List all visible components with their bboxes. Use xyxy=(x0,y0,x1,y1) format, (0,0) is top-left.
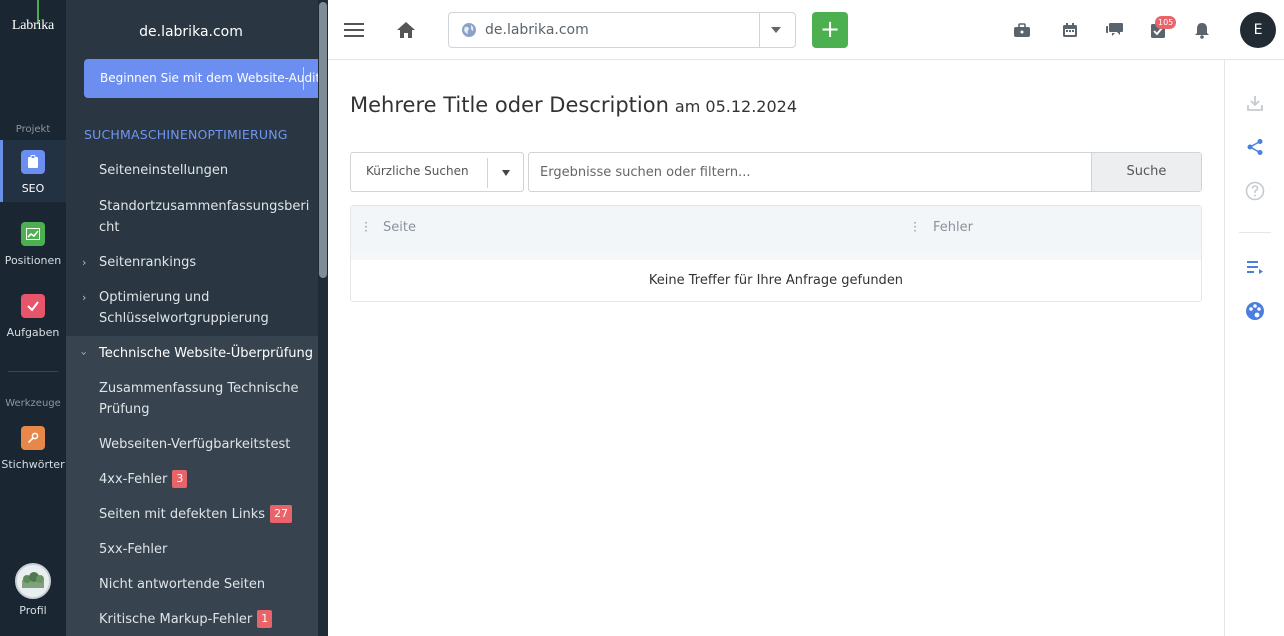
selector-divider xyxy=(759,13,760,47)
sidebar-item-label: 5xx-Fehler xyxy=(99,542,168,557)
rail-item-label: Aufgaben xyxy=(6,326,60,339)
project-selector[interactable]: de.labrika.com xyxy=(448,12,796,48)
search-bar: Suche xyxy=(528,152,1202,192)
start-audit-button[interactable]: Beginnen Sie mit dem Website-Audit xyxy=(84,59,324,98)
share-icon[interactable] xyxy=(1244,136,1266,158)
add-button[interactable]: + xyxy=(812,12,848,48)
chevron-right-icon: › xyxy=(82,256,87,269)
profile-avatar[interactable] xyxy=(15,563,51,599)
table-header-divider xyxy=(351,252,1201,260)
sidebar-item-label: 4xx-Fehler xyxy=(99,472,168,487)
sidebar-item-standortbericht[interactable]: Standortzusammenfassungsbericht xyxy=(66,196,312,238)
palette-icon[interactable] xyxy=(1244,300,1266,322)
menu-icon[interactable] xyxy=(342,18,366,42)
sidebar-item-label: Zusammenfassung Technische Prüfung xyxy=(99,381,299,417)
sidebar-subitem-nicht-antwortend[interactable]: Nicht antwortende Seiten xyxy=(66,574,318,595)
page-title-text: Mehrere Title oder Description xyxy=(350,93,669,117)
column-header-fehler[interactable]: Fehler xyxy=(933,220,973,235)
results-table: · · · Seite · · · Fehler Keine Treffer für I… xyxy=(350,205,1202,302)
rail-item-positionen[interactable]: Positionen xyxy=(0,212,66,274)
sidebar-item-label: Optimierung und Schlüsselwortgruppierung xyxy=(99,290,269,326)
main-content: Mehrere Title oder Description am 05.12.2… xyxy=(328,60,1224,636)
sidebar: de.labrika.com Beginnen Sie mit dem Webs… xyxy=(66,0,328,636)
column-header-seite[interactable]: Seite xyxy=(383,220,416,235)
app-rail: Labrika Projekt SEO Positionen Aufgaben … xyxy=(0,0,66,636)
sidebar-item-technische-pruefung[interactable]: › Technische Website-Überprüfung xyxy=(66,343,318,364)
chart-icon xyxy=(21,222,45,246)
app-logo[interactable]: Labrika xyxy=(0,18,66,34)
key-icon xyxy=(21,426,45,450)
list-icon[interactable] xyxy=(1244,256,1266,278)
sidebar-item-seiteneinstellungen[interactable]: Seiteneinstellungen xyxy=(66,160,318,181)
sidebar-item-label: Nicht antwortende Seiten xyxy=(99,577,266,592)
top-bar: de.labrika.com + 105 E xyxy=(328,0,1284,60)
recent-searches-dropdown[interactable]: Kürzliche Suchen xyxy=(350,152,524,192)
rail-item-label: SEO xyxy=(21,182,45,195)
notification-count-badge: 105 xyxy=(1155,16,1177,29)
technical-audit-group: › Technische Website-Überprüfung Zusamme… xyxy=(66,336,318,636)
sidebar-item-label: Kritische Markup-Fehler xyxy=(99,612,253,627)
sidebar-item-label: Seiteneinstellungen xyxy=(99,163,229,178)
check-icon xyxy=(21,294,45,318)
clipboard-icon xyxy=(21,150,45,174)
scrollbar-thumb[interactable] xyxy=(319,2,327,278)
rail-item-stichwoerter[interactable]: Stichwörter xyxy=(0,416,66,478)
sidebar-subitem-4xx[interactable]: 4xx-Fehler 3 xyxy=(66,469,318,490)
sidebar-item-label: Seitenrankings xyxy=(99,255,197,270)
rail-item-seo[interactable]: SEO xyxy=(0,140,66,202)
bell-icon[interactable] xyxy=(1190,18,1214,42)
table-header: · · · Seite · · · Fehler xyxy=(351,206,1201,252)
home-icon[interactable] xyxy=(394,18,418,42)
sidebar-item-optimierung[interactable]: › Optimierung und Schlüsselwortgruppieru… xyxy=(66,287,318,329)
rail-divider xyxy=(8,371,58,372)
sidebar-domain: de.labrika.com xyxy=(139,24,243,40)
search-input[interactable] xyxy=(529,153,1091,191)
chat-icon[interactable] xyxy=(1102,18,1126,42)
count-badge: 3 xyxy=(172,470,188,488)
sidebar-subitem-defekte-links[interactable]: Seiten mit defekten Links 27 xyxy=(66,504,318,525)
search-button[interactable]: Suche xyxy=(1091,153,1201,191)
sidebar-subitem-markup-fehler[interactable]: Kritische Markup-Fehler 1 xyxy=(66,609,318,630)
seo-section-title: SUCHMASCHINENOPTIMIERUNG xyxy=(84,127,288,142)
project-url: de.labrika.com xyxy=(485,22,589,38)
rail-item-label: Stichwörter xyxy=(1,458,65,471)
report-date: am 05.12.2024 xyxy=(674,97,797,116)
calendar-icon[interactable] xyxy=(1058,18,1082,42)
chevron-down-icon: › xyxy=(77,351,91,356)
chevron-right-icon: › xyxy=(82,291,87,304)
rail-item-aufgaben[interactable]: Aufgaben xyxy=(0,284,66,346)
count-badge: 1 xyxy=(257,610,273,628)
right-toolbar xyxy=(1224,60,1284,636)
recent-searches-label: Kürzliche Suchen xyxy=(366,164,469,178)
briefcase-icon[interactable] xyxy=(1010,18,1034,42)
tools-section-label: Werkzeuge xyxy=(5,398,61,409)
download-icon[interactable] xyxy=(1244,92,1266,114)
sidebar-subitem-verfuegbarkeitstest[interactable]: Webseiten-Verfügbarkeitstest xyxy=(66,434,318,455)
profile-label[interactable]: Profil xyxy=(0,604,66,617)
column-menu-icon[interactable]: · · · xyxy=(912,217,918,237)
sidebar-subitem-5xx[interactable]: 5xx-Fehler xyxy=(66,539,318,560)
sidebar-item-label: Standortzusammenfassungsbericht xyxy=(99,199,310,235)
help-icon[interactable] xyxy=(1244,180,1266,202)
sidebar-item-label: Seiten mit defekten Links xyxy=(99,507,266,522)
sidebar-scrollbar[interactable] xyxy=(318,0,328,636)
sidebar-item-seitenrankings[interactable]: › Seitenrankings xyxy=(66,252,318,273)
toolbar-divider xyxy=(1239,232,1271,233)
chevron-down-icon[interactable] xyxy=(771,27,781,33)
rail-item-label: Positionen xyxy=(4,254,62,267)
sidebar-item-label: Webseiten-Verfügbarkeitstest xyxy=(99,437,291,452)
count-badge: 27 xyxy=(270,505,293,523)
column-menu-icon[interactable]: · · · xyxy=(363,217,369,237)
user-avatar[interactable]: E xyxy=(1240,12,1276,48)
sidebar-item-label: Technische Website-Überprüfung xyxy=(99,346,314,361)
sidebar-subitem-zusammenfassung[interactable]: Zusammenfassung Technische Prüfung xyxy=(66,378,318,420)
chevron-down-icon[interactable] xyxy=(502,170,510,176)
dropdown-divider xyxy=(487,158,488,188)
globe-icon xyxy=(461,22,477,42)
project-section-label: Projekt xyxy=(15,124,51,135)
empty-state-message: Keine Treffer für Ihre Anfrage gefunden xyxy=(648,273,904,288)
page-title: Mehrere Title oder Description am 05.12.2… xyxy=(350,93,797,117)
